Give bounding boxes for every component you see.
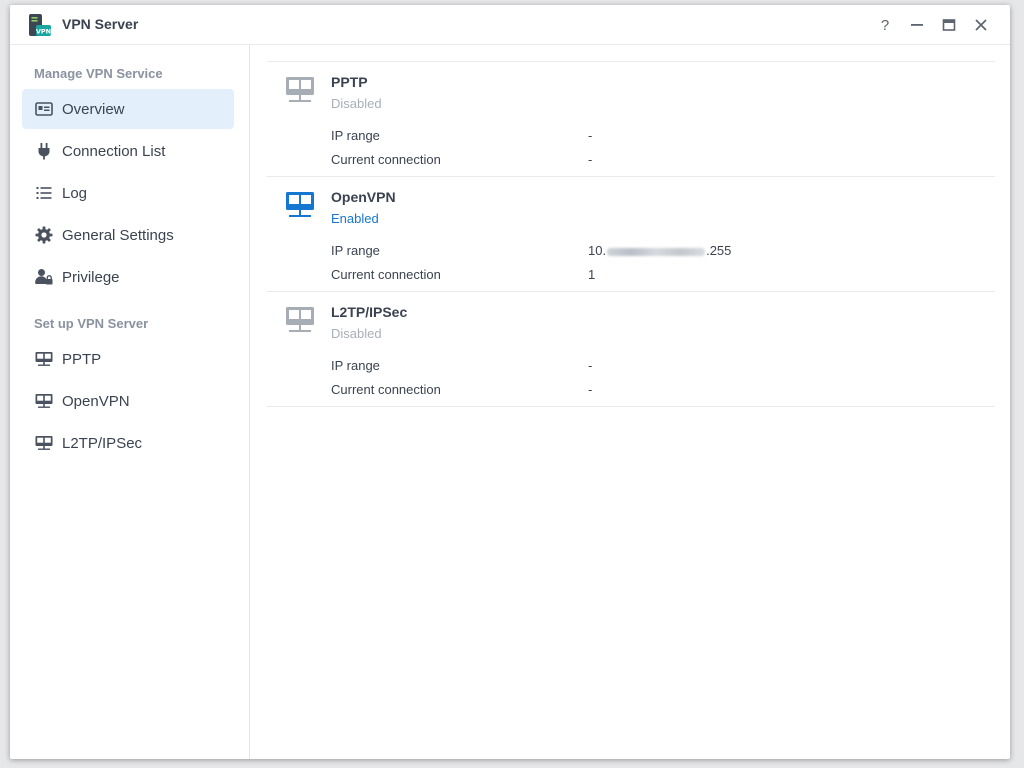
sidebar-item-label: PPTP xyxy=(62,350,102,368)
minimize-icon xyxy=(911,24,923,26)
ip-suffix: .255 xyxy=(706,243,732,258)
sidebar-item-label: Connection List xyxy=(62,142,166,160)
sidebar-item-connection-list[interactable]: Connection List xyxy=(22,131,234,171)
server-disabled-icon xyxy=(286,77,314,102)
ip-range-value: - xyxy=(588,358,593,373)
service-status: Disabled xyxy=(331,326,382,341)
maximize-icon xyxy=(942,19,956,31)
ip-range-label: IP range xyxy=(331,128,380,143)
service-status: Disabled xyxy=(331,96,382,111)
service-card-openvpn: OpenVPN Enabled IP range 10. .255 Current… xyxy=(267,177,995,292)
service-name: PPTP xyxy=(331,74,368,90)
current-connection-value: - xyxy=(588,382,593,397)
sidebar-item-label: General Settings xyxy=(62,226,174,244)
sidebar-item-label: L2TP/IPSec xyxy=(62,434,143,452)
server-disabled-icon xyxy=(286,307,314,332)
ip-range-label: IP range xyxy=(331,358,380,373)
overview-panel: PPTP Disabled IP range - Current connect… xyxy=(251,45,1010,759)
sidebar-item-label: Log xyxy=(62,184,88,202)
current-connection-label: Current connection xyxy=(331,152,441,167)
redacted-ip-segment xyxy=(607,247,706,256)
title-bar: VPN VPN Server ? xyxy=(10,5,1010,45)
sidebar: Manage VPN Service Overview Connection L… xyxy=(10,45,250,759)
close-button[interactable] xyxy=(971,15,991,35)
help-button[interactable]: ? xyxy=(875,15,895,35)
user-lock-icon xyxy=(34,267,54,287)
overview-icon xyxy=(34,99,54,119)
service-card-pptp: PPTP Disabled IP range - Current connect… xyxy=(267,62,995,177)
service-status: Enabled xyxy=(331,211,379,226)
server-icon xyxy=(34,391,54,411)
window-title: VPN Server xyxy=(62,16,139,32)
sidebar-item-general-settings[interactable]: General Settings xyxy=(22,215,234,255)
section-manage-vpn-service: Manage VPN Service xyxy=(34,66,163,81)
ip-range-value: 10. .255 xyxy=(588,243,731,258)
server-enabled-icon xyxy=(286,192,314,217)
ip-range-value: - xyxy=(588,128,593,143)
help-icon: ? xyxy=(880,16,890,34)
close-icon xyxy=(975,19,987,31)
current-connection-value: 1 xyxy=(588,267,596,282)
current-connection-label: Current connection xyxy=(331,382,441,397)
service-name: L2TP/IPSec xyxy=(331,304,408,320)
sidebar-item-openvpn[interactable]: OpenVPN xyxy=(22,381,234,421)
vpn-app-icon: VPN xyxy=(29,14,51,36)
ip-prefix: 10. xyxy=(588,243,607,258)
server-icon xyxy=(34,433,54,453)
current-connection-label: Current connection xyxy=(331,267,441,282)
vpn-server-window: VPN VPN Server ? Manage VPN Service Over… xyxy=(10,5,1010,759)
current-connection-value: - xyxy=(588,152,593,167)
gear-icon xyxy=(34,225,54,245)
service-card-l2tp-ipsec: L2TP/IPSec Disabled IP range - Current c… xyxy=(267,292,995,407)
sidebar-item-label: OpenVPN xyxy=(62,392,130,410)
ip-range-label: IP range xyxy=(331,243,380,258)
list-icon xyxy=(34,183,54,203)
service-name: OpenVPN xyxy=(331,189,396,205)
sidebar-item-pptp[interactable]: PPTP xyxy=(22,339,234,379)
server-icon xyxy=(34,349,54,369)
maximize-button[interactable] xyxy=(939,15,959,35)
sidebar-item-l2tp-ipsec[interactable]: L2TP/IPSec xyxy=(22,423,234,463)
sidebar-item-log[interactable]: Log xyxy=(22,173,234,213)
sidebar-item-label: Overview xyxy=(62,100,125,118)
sidebar-item-overview[interactable]: Overview xyxy=(22,89,234,129)
sidebar-item-privilege[interactable]: Privilege xyxy=(22,257,234,297)
plug-icon xyxy=(34,141,54,161)
sidebar-item-label: Privilege xyxy=(62,268,120,286)
section-set-up-vpn-server: Set up VPN Server xyxy=(34,316,149,331)
svg-text:VPN: VPN xyxy=(36,28,51,36)
minimize-button[interactable] xyxy=(907,15,927,35)
